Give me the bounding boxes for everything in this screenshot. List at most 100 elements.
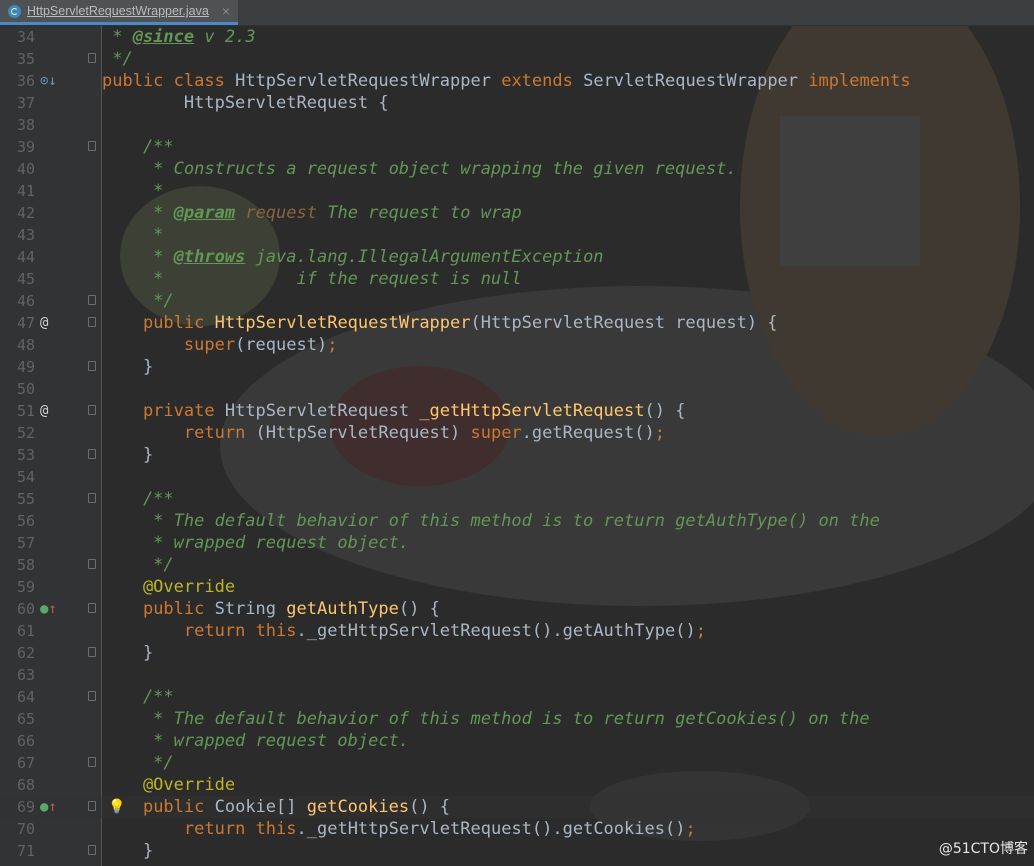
- code-line[interactable]: 70 return this._getHttpServletRequest().…: [0, 818, 1034, 840]
- code-line[interactable]: 39 /**: [0, 136, 1034, 158]
- code-text[interactable]: * if the request is null: [102, 268, 521, 290]
- code-line[interactable]: 36 ⊙↓ public class HttpServletRequestWrapp…: [0, 70, 1034, 92]
- java-class-icon: [8, 4, 21, 18]
- code-text[interactable]: /**: [102, 488, 174, 510]
- code-line[interactable]: 67 */: [0, 752, 1034, 774]
- code-text[interactable]: }: [102, 642, 153, 664]
- code-text[interactable]: * wrapped request object.: [102, 532, 409, 554]
- tab-httpservletrequestwrapper[interactable]: HttpServletRequestWrapper.java ×: [0, 0, 238, 25]
- fold-marker-icon[interactable]: [88, 295, 96, 305]
- code-text[interactable]: public class HttpServletRequestWrapper e…: [102, 70, 911, 92]
- code-text[interactable]: *: [102, 224, 163, 246]
- code-text[interactable]: public String getAuthType() {: [102, 598, 440, 620]
- code-line[interactable]: 61 return this._getHttpServletRequest().…: [0, 620, 1034, 642]
- line-number: 44: [16, 248, 35, 266]
- code-line[interactable]: 69 ●↑ 💡 public Cookie[] getCookies() {: [0, 796, 1034, 818]
- fold-marker-icon[interactable]: [88, 361, 96, 371]
- code-line[interactable]: 50: [0, 378, 1034, 400]
- code-line[interactable]: 44 * @throws java.lang.IllegalArgumentEx…: [0, 246, 1034, 268]
- code-line[interactable]: 49 }: [0, 356, 1034, 378]
- overrides-icon[interactable]: ●↑: [40, 601, 57, 617]
- implements-icon[interactable]: ⊙↓: [40, 73, 57, 89]
- code-line[interactable]: 66 * wrapped request object.: [0, 730, 1034, 752]
- code-text[interactable]: *: [102, 180, 163, 202]
- code-line[interactable]: 64 /**: [0, 686, 1034, 708]
- overrides-icon[interactable]: ●↑: [40, 799, 57, 815]
- code-line[interactable]: 59 @Override: [0, 576, 1034, 598]
- code-text[interactable]: * The default behavior of this method is…: [102, 510, 880, 532]
- close-icon[interactable]: ×: [222, 3, 230, 19]
- code-line[interactable]: 68 @Override: [0, 774, 1034, 796]
- code-line[interactable]: 38: [0, 114, 1034, 136]
- code-line[interactable]: 55 /**: [0, 488, 1034, 510]
- code-line[interactable]: 63: [0, 664, 1034, 686]
- code-text[interactable]: */: [102, 752, 173, 774]
- code-line[interactable]: 52 return (HttpServletRequest) super.get…: [0, 422, 1034, 444]
- code-line[interactable]: 47 @ public HttpServletRequestWrapper(Htt…: [0, 312, 1034, 334]
- fold-marker-icon[interactable]: [88, 405, 96, 415]
- fold-marker-icon[interactable]: [88, 53, 96, 63]
- code-text[interactable]: * The default behavior of this method is…: [102, 708, 869, 730]
- code-text[interactable]: /**: [102, 686, 174, 708]
- code-editor[interactable]: 34 * @since v 2.3 35 */36 ⊙↓ public class H…: [0, 26, 1034, 866]
- line-number: 63: [16, 666, 35, 684]
- line-number: 61: [16, 622, 35, 640]
- override-marker-icon[interactable]: @: [40, 403, 48, 419]
- fold-marker-icon[interactable]: [88, 449, 96, 459]
- code-text[interactable]: HttpServletRequest {: [102, 92, 389, 114]
- code-text[interactable]: public Cookie[] getCookies() {: [102, 796, 450, 818]
- code-text[interactable]: /**: [102, 136, 174, 158]
- code-line[interactable]: 54: [0, 466, 1034, 488]
- code-line[interactable]: 65 * The default behavior of this method…: [0, 708, 1034, 730]
- code-text[interactable]: */: [102, 290, 173, 312]
- code-line[interactable]: 42 * @param request The request to wrap: [0, 202, 1034, 224]
- code-text[interactable]: @Override: [102, 774, 235, 796]
- code-text[interactable]: return this._getHttpServletRequest().get…: [102, 620, 706, 642]
- code-text[interactable]: return this._getHttpServletRequest().get…: [102, 818, 696, 840]
- fold-marker-icon[interactable]: [88, 845, 96, 855]
- fold-marker-icon[interactable]: [88, 493, 96, 503]
- code-line[interactable]: 34 * @since v 2.3: [0, 26, 1034, 48]
- code-text[interactable]: * @since v 2.3: [102, 26, 255, 48]
- code-text[interactable]: return (HttpServletRequest) super.getReq…: [102, 422, 665, 444]
- code-text[interactable]: */: [102, 48, 132, 70]
- code-line[interactable]: 35 */: [0, 48, 1034, 70]
- code-text[interactable]: }: [102, 840, 153, 862]
- code-line[interactable]: 45 * if the request is null: [0, 268, 1034, 290]
- code-line[interactable]: 60 ●↑ public String getAuthType() {: [0, 598, 1034, 620]
- code-line[interactable]: 41 *: [0, 180, 1034, 202]
- code-text[interactable]: super(request);: [102, 334, 338, 356]
- code-line[interactable]: 57 * wrapped request object.: [0, 532, 1034, 554]
- fold-marker-icon[interactable]: [88, 603, 96, 613]
- line-number: 49: [16, 358, 35, 376]
- override-marker-icon[interactable]: @: [40, 315, 48, 331]
- code-text[interactable]: @Override: [102, 576, 235, 598]
- code-line[interactable]: 46 */: [0, 290, 1034, 312]
- code-text[interactable]: private HttpServletRequest _getHttpServl…: [102, 400, 685, 422]
- code-line[interactable]: 71 }: [0, 840, 1034, 862]
- code-line[interactable]: 48 super(request);: [0, 334, 1034, 356]
- code-text[interactable]: public HttpServletRequestWrapper(HttpSer…: [102, 312, 778, 334]
- code-text[interactable]: * @param request The request to wrap: [102, 202, 522, 224]
- code-line[interactable]: 58 */: [0, 554, 1034, 576]
- code-line[interactable]: 43 *: [0, 224, 1034, 246]
- code-text[interactable]: * wrapped request object.: [102, 730, 409, 752]
- code-line[interactable]: 37 HttpServletRequest {: [0, 92, 1034, 114]
- fold-marker-icon[interactable]: [88, 801, 96, 811]
- fold-marker-icon[interactable]: [88, 141, 96, 151]
- fold-marker-icon[interactable]: [88, 647, 96, 657]
- code-line[interactable]: 56 * The default behavior of this method…: [0, 510, 1034, 532]
- fold-marker-icon[interactable]: [88, 691, 96, 701]
- fold-marker-icon[interactable]: [88, 559, 96, 569]
- code-line[interactable]: 51 @ private HttpServletRequest _getHttpS…: [0, 400, 1034, 422]
- code-line[interactable]: 40 * Constructs a request object wrappin…: [0, 158, 1034, 180]
- fold-marker-icon[interactable]: [88, 757, 96, 767]
- fold-marker-icon[interactable]: [88, 317, 96, 327]
- code-line[interactable]: 62 }: [0, 642, 1034, 664]
- code-line[interactable]: 53 }: [0, 444, 1034, 466]
- code-text[interactable]: * Constructs a request object wrapping t…: [102, 158, 736, 180]
- code-text[interactable]: * @throws java.lang.IllegalArgumentExcep…: [102, 246, 603, 268]
- code-text[interactable]: }: [102, 356, 153, 378]
- code-text[interactable]: }: [102, 444, 153, 466]
- code-text[interactable]: */: [102, 554, 173, 576]
